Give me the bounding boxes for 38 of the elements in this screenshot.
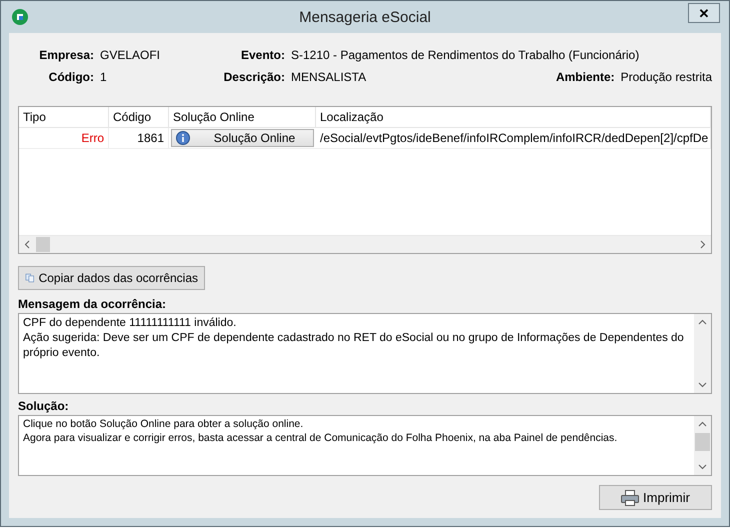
online-solution-button[interactable]: Solução Online [171,129,314,147]
field-value: GVELAOFI [100,48,160,62]
section-label: Solução: [18,399,70,413]
info-icon [176,131,190,145]
field-label: Empresa: [38,48,94,62]
scroll-thumb[interactable] [695,433,710,451]
column-header[interactable]: Código [109,107,169,127]
column-header[interactable]: Solução Online [169,107,316,127]
horizontal-scrollbar[interactable] [19,235,711,253]
message-line: Agora para visualizar e corrigir erros, basta acessar a central de Comunicação do Folha Phoenix, na aba Painel de pendências. [23,432,618,446]
message-line: CPF do dependente 11111111111 inválido. [23,316,238,331]
vertical-scrollbar[interactable] [694,314,711,393]
field-label: Ambiente: [556,70,615,84]
print-button[interactable]: Imprimir [599,485,712,510]
column-header[interactable]: Localização [316,107,711,127]
scroll-thumb[interactable] [36,237,50,252]
table-cell: /eSocial/evtPgtos/ideBenef/infoIRComplem/infoIRCR/dedDepen[2]/cpfDe [316,128,711,148]
message-box[interactable]: CPF do dependente 11111111111 inválido. Ação sugerida: Deve ser um CPF de dependente cadastrado no RET do eSocial ou no grupo de Informações de Dependentes do próprio evento. [18,313,712,394]
field-value: MENSALISTA [291,70,366,84]
printer-icon [621,490,640,506]
column-header[interactable]: Tipo [19,107,109,127]
table-cell: Erro [19,128,109,148]
message-line: Ação sugerida: Deve ser um CPF de dependente cadastrado no RET do eSocial ou no grupo de Informações de Dependentes do próprio evento. [23,330,685,361]
app-logo-icon [11,8,29,26]
field-label: Código: [48,70,94,84]
field-value: 1 [100,70,107,84]
close-button[interactable]: ✕ [688,3,720,23]
message-line: Clique no botão Solução Online para obter a solução online. [23,418,304,432]
copy-button[interactable]: Copiar dados das ocorrências [18,266,205,290]
section-label: Mensagem da ocorrência: [18,297,168,311]
table-cell: 1861 [109,128,169,148]
field-value: S-1210 - Pagamentos de Rendimentos do Trabalho (Funcionário) [291,48,640,62]
field-value: Produção restrita [620,70,712,84]
field-label: Evento: [240,48,285,62]
solution-box[interactable]: Clique no botão Solução Online para obter a solução online. Agora para visualizar e corrigir erros, basta acessar a central de Comunicação do Folha Phoenix, na aba Painel de pendências. [18,415,712,476]
window-title: Mensageria eSocial [299,8,431,26]
vertical-scrollbar[interactable] [694,416,711,475]
field-label: Descrição: [222,70,285,84]
